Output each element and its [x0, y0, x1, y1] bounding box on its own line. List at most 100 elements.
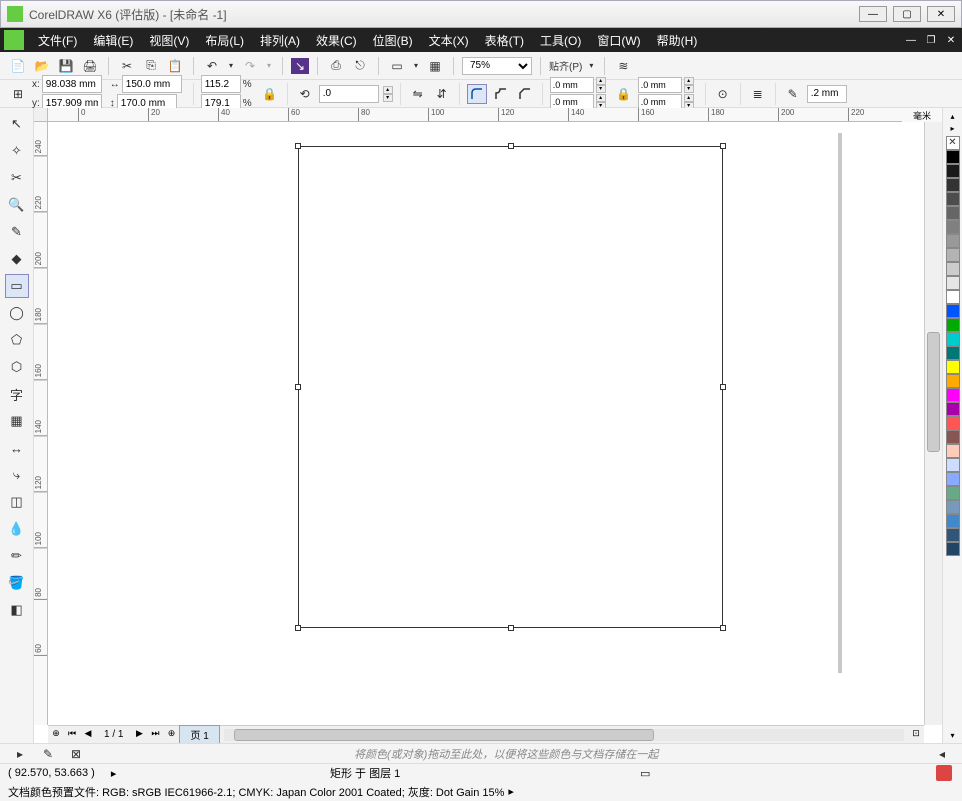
- swatch-5[interactable]: [946, 206, 960, 220]
- shape-tool[interactable]: ✧: [5, 139, 29, 163]
- handle-b[interactable]: [508, 625, 514, 631]
- lock-ratio-icon[interactable]: 🔒: [260, 84, 280, 104]
- swatch-14[interactable]: [946, 332, 960, 346]
- redo-drop-icon[interactable]: ▾: [264, 56, 274, 76]
- menu-effects[interactable]: 效果(C): [308, 32, 365, 49]
- handle-br[interactable]: [720, 625, 726, 631]
- swatch-19[interactable]: [946, 402, 960, 416]
- swatch-28[interactable]: [946, 528, 960, 542]
- swatch-1[interactable]: [946, 150, 960, 164]
- snap-drop-icon[interactable]: ▾: [586, 56, 596, 76]
- menu-tools[interactable]: 工具(O): [532, 32, 589, 49]
- swatch-3[interactable]: [946, 178, 960, 192]
- swatch-24[interactable]: [946, 472, 960, 486]
- angle-down[interactable]: ▾: [383, 94, 393, 102]
- polygon-tool[interactable]: ⬠: [5, 328, 29, 352]
- swatch-26[interactable]: [946, 500, 960, 514]
- menu-view[interactable]: 视图(V): [141, 32, 197, 49]
- cut-button[interactable]: ✂: [117, 56, 137, 76]
- vertical-ruler[interactable]: 2402202001801601401201008060: [34, 122, 48, 725]
- undo-button[interactable]: ↶: [202, 56, 222, 76]
- corner3-input[interactable]: [638, 77, 682, 93]
- corner-round-icon[interactable]: [467, 84, 487, 104]
- swatch-16[interactable]: [946, 360, 960, 374]
- swatch-12[interactable]: [946, 304, 960, 318]
- open-button[interactable]: 📂: [32, 56, 52, 76]
- first-page-button[interactable]: ⏮: [64, 728, 80, 742]
- corner1-input[interactable]: [550, 77, 594, 93]
- interactive-fill-tool[interactable]: ◧: [5, 598, 29, 622]
- palette-expand-button[interactable]: ▸: [946, 124, 960, 136]
- swatch-10[interactable]: [946, 276, 960, 290]
- v-scroll-thumb[interactable]: [927, 332, 940, 452]
- snap-label[interactable]: 贴齐(P): [549, 58, 582, 73]
- prev-page-button[interactable]: ◀: [80, 728, 96, 742]
- zoom-select[interactable]: 75%: [462, 57, 532, 75]
- palette-down-button[interactable]: ▾: [946, 731, 960, 743]
- menu-help[interactable]: 帮助(H): [649, 32, 706, 49]
- options-icon[interactable]: ≋: [613, 56, 633, 76]
- doc-restore-button[interactable]: ❐: [924, 33, 938, 47]
- corner-scallop-icon[interactable]: [491, 84, 511, 104]
- horizontal-scrollbar[interactable]: [224, 729, 904, 741]
- text-tool[interactable]: 字: [5, 382, 29, 406]
- connector-tool[interactable]: ⤷: [5, 463, 29, 487]
- user-icon[interactable]: [936, 765, 952, 781]
- menu-table[interactable]: 表格(T): [477, 32, 532, 49]
- dimension-tool[interactable]: ↔: [5, 436, 29, 460]
- profile-next-icon[interactable]: ▸: [508, 785, 514, 798]
- table-tool[interactable]: ▦: [5, 409, 29, 433]
- swatch-11[interactable]: [946, 290, 960, 304]
- doc-minimize-button[interactable]: —: [904, 33, 918, 47]
- menu-text[interactable]: 文本(X): [421, 32, 477, 49]
- doc-palette-menu-icon[interactable]: ▸: [10, 744, 30, 764]
- swatch-22[interactable]: [946, 444, 960, 458]
- drawing-viewport[interactable]: [48, 122, 924, 725]
- outline-tool[interactable]: ✏: [5, 544, 29, 568]
- corner-chamfer-icon[interactable]: [515, 84, 535, 104]
- maximize-button[interactable]: ▢: [893, 6, 921, 22]
- page-tab[interactable]: 页 1: [179, 725, 219, 744]
- launch-drop-icon[interactable]: ▾: [411, 56, 421, 76]
- angle-up[interactable]: ▴: [383, 86, 393, 94]
- rectangle-object[interactable]: [298, 146, 723, 628]
- publish-icon[interactable]: ⎙: [326, 56, 346, 76]
- width-input[interactable]: [122, 75, 182, 93]
- doc-close-button[interactable]: ✕: [944, 33, 958, 47]
- doc-palette-eyedrop-icon[interactable]: ✎: [38, 744, 58, 764]
- fill-status-icon[interactable]: ▭: [640, 767, 650, 780]
- add-page-after-icon[interactable]: ⊕: [163, 728, 179, 742]
- swatch-6[interactable]: [946, 220, 960, 234]
- basic-shapes-tool[interactable]: ⬡: [5, 355, 29, 379]
- smart-fill-tool[interactable]: ◆: [5, 247, 29, 271]
- scale-x-input[interactable]: [201, 75, 241, 93]
- handle-tr[interactable]: [720, 143, 726, 149]
- mirror-h-icon[interactable]: ⇋: [408, 84, 428, 104]
- vertical-scrollbar[interactable]: [924, 122, 942, 725]
- pick-tool[interactable]: ↖: [5, 112, 29, 136]
- paste-button[interactable]: 📋: [165, 56, 185, 76]
- add-page-icon[interactable]: ⊕: [48, 728, 64, 742]
- handle-tl[interactable]: [295, 143, 301, 149]
- copy-button[interactable]: ⎘: [141, 56, 161, 76]
- ruler-unit-label[interactable]: 毫米: [902, 108, 942, 122]
- doc-palette-none-icon[interactable]: ⊠: [66, 744, 86, 764]
- swatch-7[interactable]: [946, 234, 960, 248]
- rectangle-tool[interactable]: ▭: [5, 274, 29, 298]
- swatch-4[interactable]: [946, 192, 960, 206]
- corel-icon[interactable]: [4, 30, 24, 50]
- swatch-21[interactable]: [946, 430, 960, 444]
- welcome-icon[interactable]: ▦: [425, 56, 445, 76]
- import-button[interactable]: ↘: [291, 58, 309, 74]
- swatch-29[interactable]: [946, 542, 960, 556]
- minimize-button[interactable]: —: [859, 6, 887, 22]
- doc-palette-right-icon[interactable]: ◂: [932, 744, 952, 764]
- menu-file[interactable]: 文件(F): [30, 32, 85, 49]
- menu-layout[interactable]: 布局(L): [197, 32, 252, 49]
- ruler-origin[interactable]: [34, 108, 48, 122]
- interactive-tool[interactable]: ◫: [5, 490, 29, 514]
- swatch-20[interactable]: [946, 416, 960, 430]
- nav-zoom-icon[interactable]: ⊡: [908, 728, 924, 742]
- launch-icon[interactable]: ▭: [387, 56, 407, 76]
- handle-l[interactable]: [295, 384, 301, 390]
